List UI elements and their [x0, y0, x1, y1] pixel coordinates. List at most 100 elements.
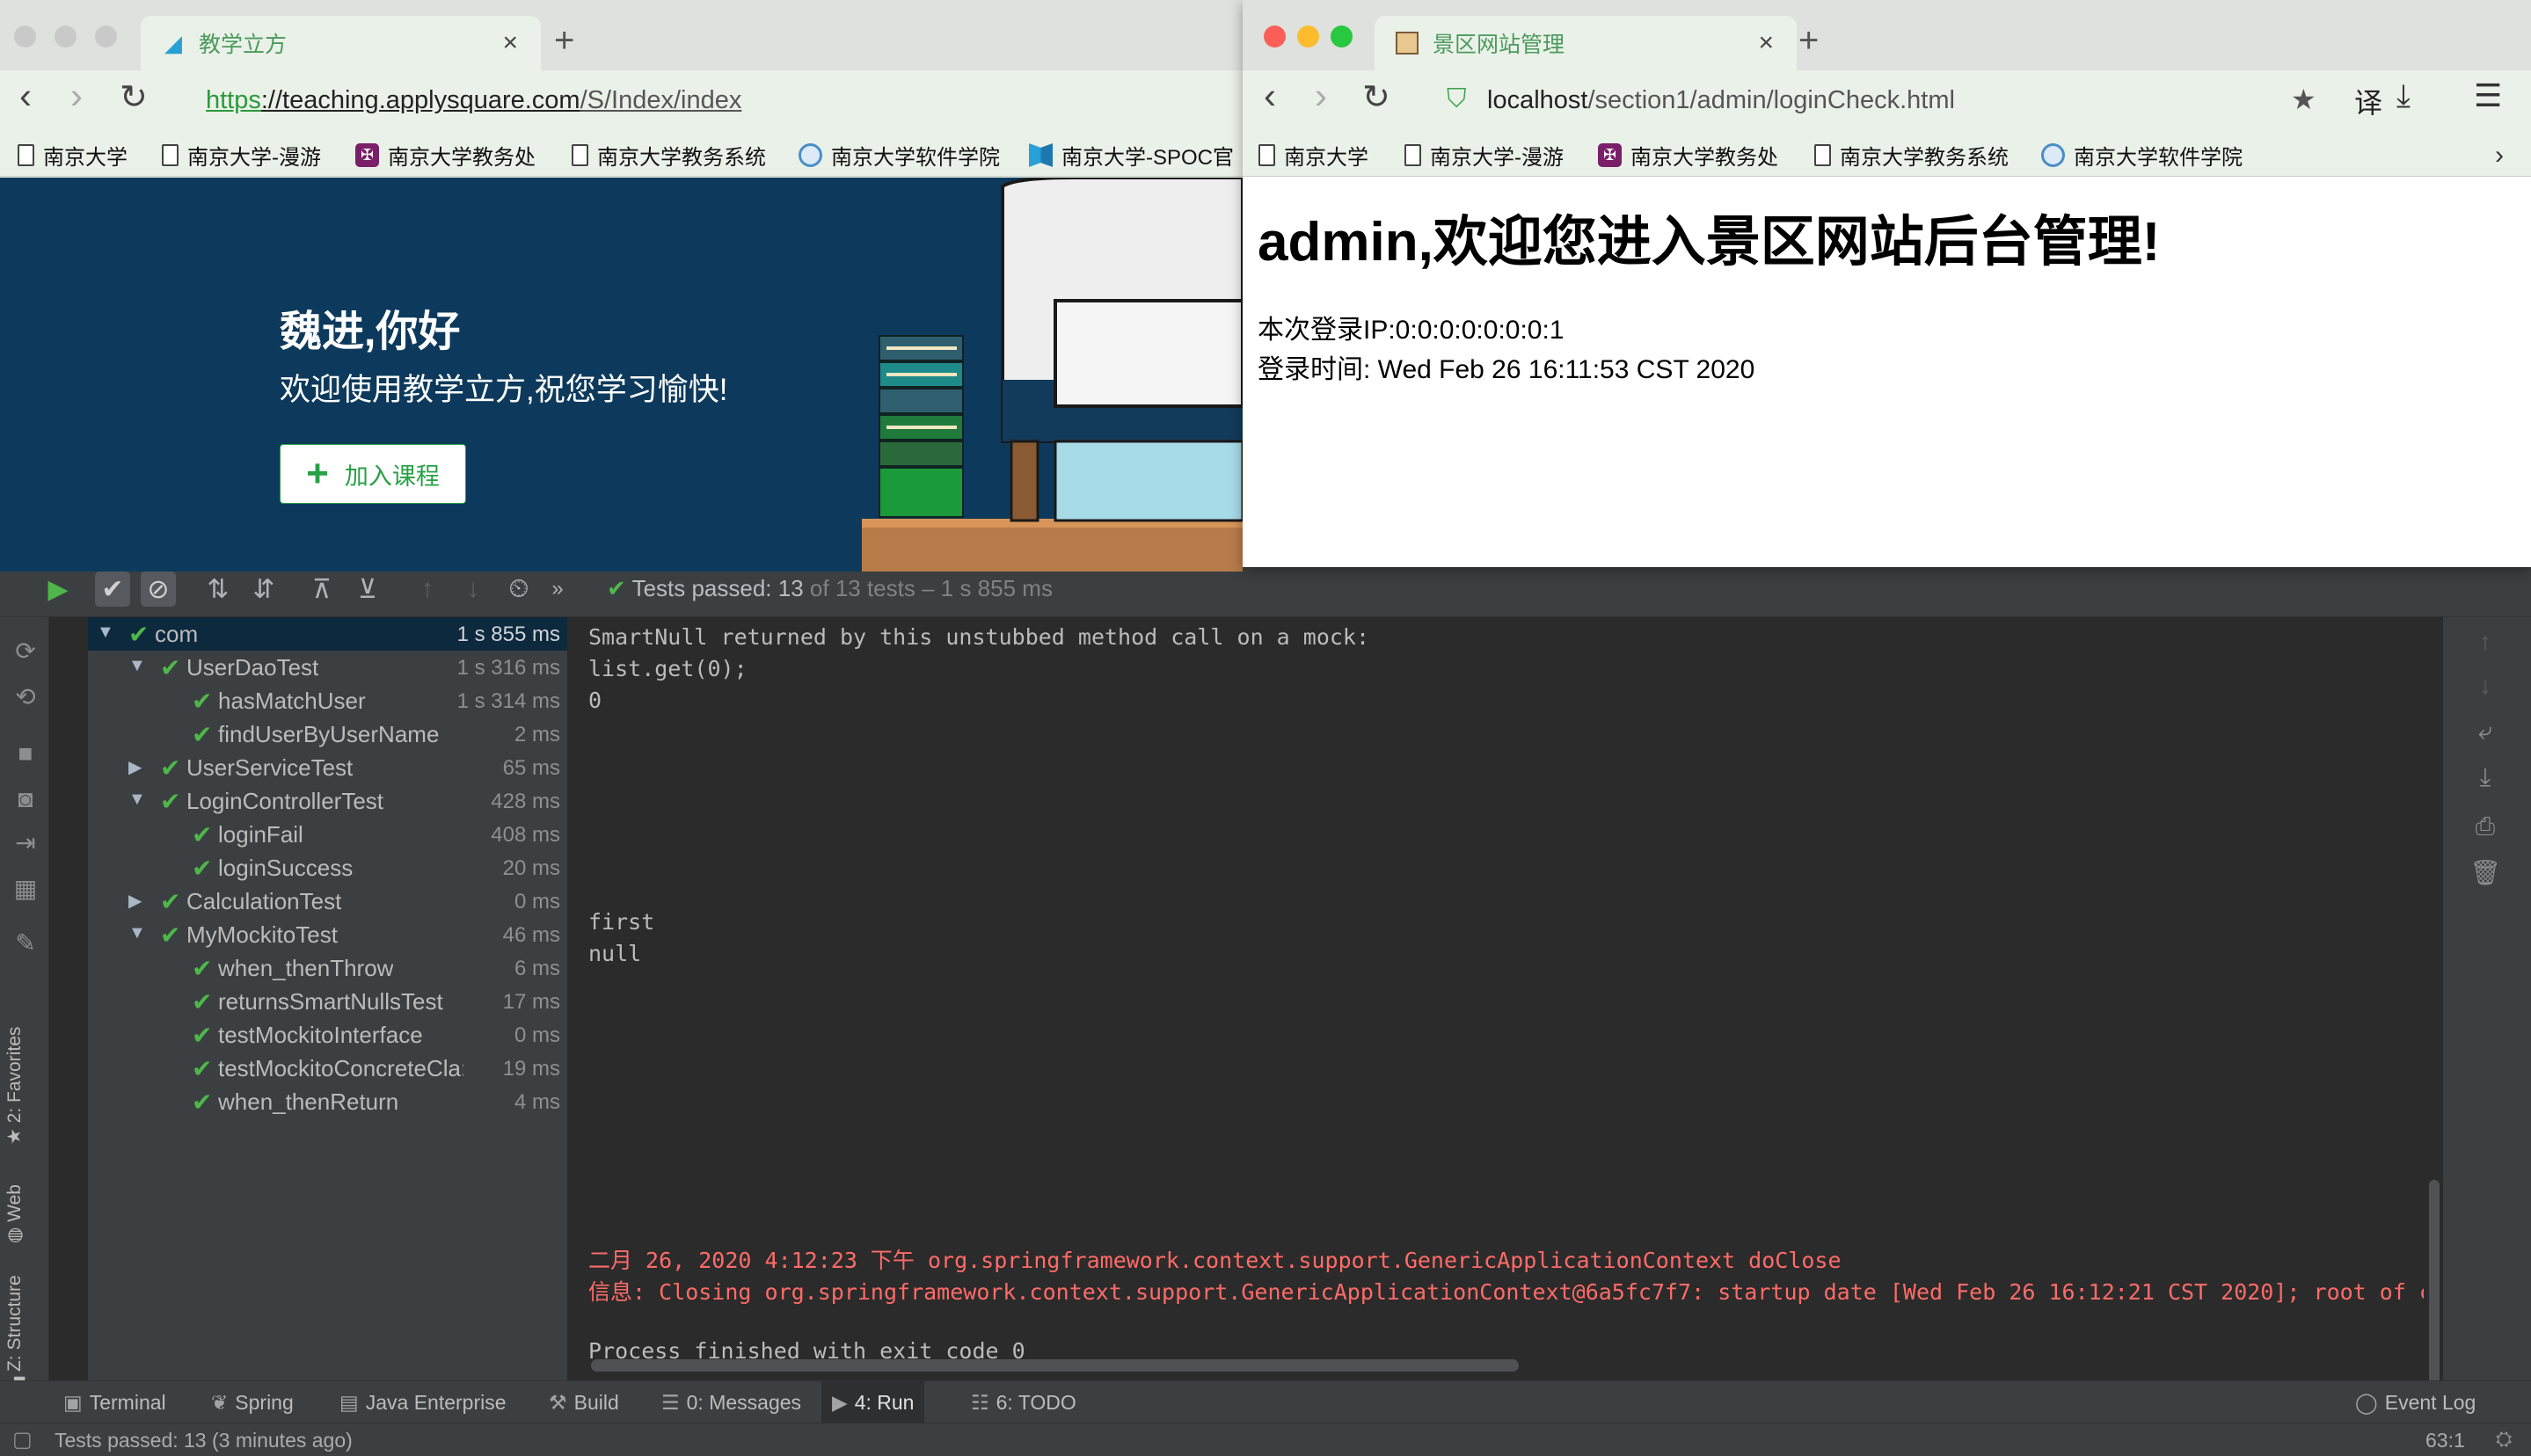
clear-all-icon[interactable]: 🗑 — [2468, 858, 2503, 890]
bottom-tab[interactable]: ▣ Terminal — [53, 1381, 177, 1423]
forward-icon[interactable]: › — [70, 77, 83, 114]
test-tree-row[interactable]: ▼ ✔ LoginControllerTest 428 ms — [88, 784, 567, 818]
bottom-tab[interactable]: ☷ 6: TODO — [960, 1381, 1087, 1423]
show-ignored-icon[interactable]: ⊘ — [141, 571, 176, 607]
soft-wrap-icon[interactable]: ⤶ — [2468, 717, 2503, 749]
print-icon[interactable]: ⎙ — [2468, 812, 2503, 844]
console-line: 0 — [588, 688, 602, 713]
next-failed-icon[interactable]: ↓ — [456, 571, 491, 607]
test-history-icon[interactable]: ⏲ — [501, 571, 536, 607]
test-tree-row[interactable]: ▶ ✔ UserServiceTest 65 ms — [88, 751, 567, 784]
layout-icon[interactable]: ▦ — [11, 874, 40, 904]
test-tree-row[interactable]: ✔ testMockitoInterface 0 ms — [88, 1018, 567, 1052]
bookmark-item[interactable]: 南京大学教务系统 — [572, 134, 766, 177]
reload-icon[interactable]: ↻ — [120, 81, 148, 114]
test-tree-row[interactable]: ▼ ✔ com 1 s 855 ms — [88, 617, 567, 651]
test-tree-row[interactable]: ✔ when_thenReturn 4 ms — [88, 1085, 567, 1118]
debug-rerun-icon[interactable]: ⟲ — [11, 682, 40, 712]
bottom-tab[interactable]: ☰ 0: Messages — [651, 1381, 812, 1423]
translate-button[interactable]: 译 — [2354, 81, 2382, 121]
zoom-window-button[interactable] — [95, 25, 117, 47]
test-tree-row[interactable]: ✔ loginSuccess 20 ms — [88, 851, 567, 885]
more-bookmarks-icon[interactable]: › — [2495, 134, 2504, 177]
event-log-tab[interactable]: ◯ Event Log — [2355, 1381, 2476, 1423]
sort-duration-icon[interactable]: ⇵ — [246, 571, 281, 607]
test-tree-row[interactable]: ✔ hasMatchUser 1 s 314 ms — [88, 684, 567, 717]
close-window-button[interactable] — [14, 25, 36, 47]
minimize-window-button[interactable] — [1297, 25, 1319, 47]
bottom-tab[interactable]: ▤ Java Enterprise — [329, 1381, 517, 1423]
collapse-all-icon[interactable]: ⊻ — [350, 571, 385, 607]
test-tree-row[interactable]: ▼ ✔ UserDaoTest 1 s 316 ms — [88, 651, 567, 684]
test-tree-row[interactable]: ✔ returnsSmartNullsTest 17 ms — [88, 985, 567, 1018]
previous-failed-icon[interactable]: ↑ — [410, 571, 445, 607]
minimize-window-button[interactable] — [55, 25, 77, 47]
test-tree-row[interactable]: ✔ findUserByUserName 2 ms — [88, 717, 567, 751]
console-vertical-scrollbar[interactable] — [2425, 617, 2443, 1400]
collapsed-arrow-icon[interactable]: ▶ — [128, 890, 142, 912]
test-tree-row[interactable]: ▼ ✔ MyMockitoTest 46 ms — [88, 918, 567, 951]
bookmark-item[interactable]: ✠ 南京大学教务处 — [1598, 134, 1778, 177]
test-tree-row[interactable]: ✔ testMockitoConcreteCla: 19 ms — [88, 1052, 567, 1085]
close-tab-icon[interactable]: × — [502, 28, 518, 58]
test-tree-row[interactable]: ▶ ✔ CalculationTest 0 ms — [88, 885, 567, 918]
forward-icon[interactable]: › — [1315, 77, 1327, 114]
bottom-tab[interactable]: ⚒ Build — [538, 1381, 630, 1423]
expanded-arrow-icon[interactable]: ▼ — [128, 923, 146, 943]
scroll-up-icon[interactable]: ↑ — [2468, 628, 2503, 659]
tab-teaching-square[interactable]: ◢ 教学立方 × — [141, 16, 541, 70]
tab-scenic-admin[interactable]: 景区网站管理 × — [1375, 16, 1797, 70]
download-icon[interactable]: ⤓ — [2396, 77, 2411, 115]
camera-icon[interactable]: ◙ — [11, 784, 40, 814]
rerun-icon[interactable]: ▶ — [40, 571, 76, 607]
bookmark-item[interactable]: 南京大学教务系统 — [1814, 134, 2009, 177]
bookmark-item[interactable]: ✠ 南京大学教务处 — [355, 134, 536, 177]
restart-icon[interactable]: ⟳ — [11, 637, 40, 666]
zoom-window-button[interactable] — [1331, 25, 1353, 47]
expanded-arrow-icon[interactable]: ▼ — [97, 622, 114, 643]
reload-icon[interactable]: ↻ — [1362, 81, 1390, 114]
expanded-arrow-icon[interactable]: ▼ — [128, 790, 146, 810]
back-icon[interactable]: ‹ — [1264, 77, 1276, 114]
close-window-button[interactable] — [1264, 25, 1286, 47]
console-vertical-scroll-thumb[interactable] — [2429, 1180, 2440, 1400]
bookmark-item[interactable]: 南京大学 — [1258, 134, 1368, 177]
console-output[interactable]: SmartNull returned by this unstubbed met… — [573, 617, 2424, 1398]
join-course-button[interactable]: + 加入课程 — [280, 444, 466, 504]
bookmark-item[interactable]: 南京大学-SPOC官 — [1029, 134, 1234, 177]
console-horizontal-scrollbar[interactable] — [591, 1359, 1519, 1372]
back-icon[interactable]: ‹ — [19, 77, 32, 114]
test-tree-row[interactable]: ✔ loginFail 408 ms — [88, 818, 567, 851]
pin-icon[interactable]: ✎ — [11, 928, 40, 958]
menu-icon[interactable]: ☰ — [2474, 77, 2502, 114]
more-actions-icon[interactable]: » — [540, 571, 575, 607]
bookmark-item[interactable]: 南京大学 — [18, 134, 128, 177]
show-passed-icon[interactable]: ✔ — [95, 571, 130, 607]
new-tab-button[interactable]: + — [554, 23, 574, 58]
bookmark-star-icon[interactable]: ★ — [2291, 83, 2316, 116]
collapsed-arrow-icon[interactable]: ▶ — [128, 756, 142, 778]
bookmark-item[interactable]: 南京大学-漫游 — [1404, 134, 1564, 177]
expand-all-icon[interactable]: ⊼ — [304, 571, 339, 607]
expanded-arrow-icon[interactable]: ▼ — [128, 656, 146, 676]
new-tab-button[interactable]: + — [1798, 23, 1819, 58]
bottom-tab[interactable]: ▶ 4: Run — [821, 1381, 925, 1423]
address-bar[interactable]: https://teaching.applysquare.com/S/Index… — [206, 86, 741, 115]
status-toggle-icon[interactable]: ▢ — [12, 1427, 33, 1452]
favorites-side-tab[interactable]: ★ 2: Favorites — [4, 1027, 26, 1145]
bookmark-item[interactable]: 南京大学-漫游 — [162, 134, 321, 177]
structure-side-tab[interactable]: ▚ Z: Structure — [4, 1275, 26, 1391]
exit-icon[interactable]: ⇥ — [11, 828, 40, 858]
scroll-down-icon[interactable]: ↓ — [2468, 672, 2503, 703]
bookmark-item[interactable]: 南京大学软件学院 — [799, 134, 1000, 177]
cursor-position[interactable]: 63:1 — [2425, 1429, 2465, 1452]
address-bar[interactable]: localhost/section1/admin/loginCheck.html — [1487, 86, 1955, 115]
sort-alpha-icon[interactable]: ⇅ — [201, 571, 236, 607]
stop-icon[interactable]: ■ — [11, 739, 40, 768]
bottom-tab[interactable]: ❦ Spring — [201, 1381, 304, 1423]
close-tab-icon[interactable]: × — [1758, 28, 1774, 58]
test-tree-row[interactable]: ✔ when_thenThrow 6 ms — [88, 951, 567, 985]
scroll-to-end-icon[interactable]: ⤓ — [2468, 763, 2503, 795]
bookmark-item[interactable]: 南京大学软件学院 — [2041, 134, 2243, 177]
web-side-tab[interactable]: ◍ Web — [4, 1184, 26, 1243]
